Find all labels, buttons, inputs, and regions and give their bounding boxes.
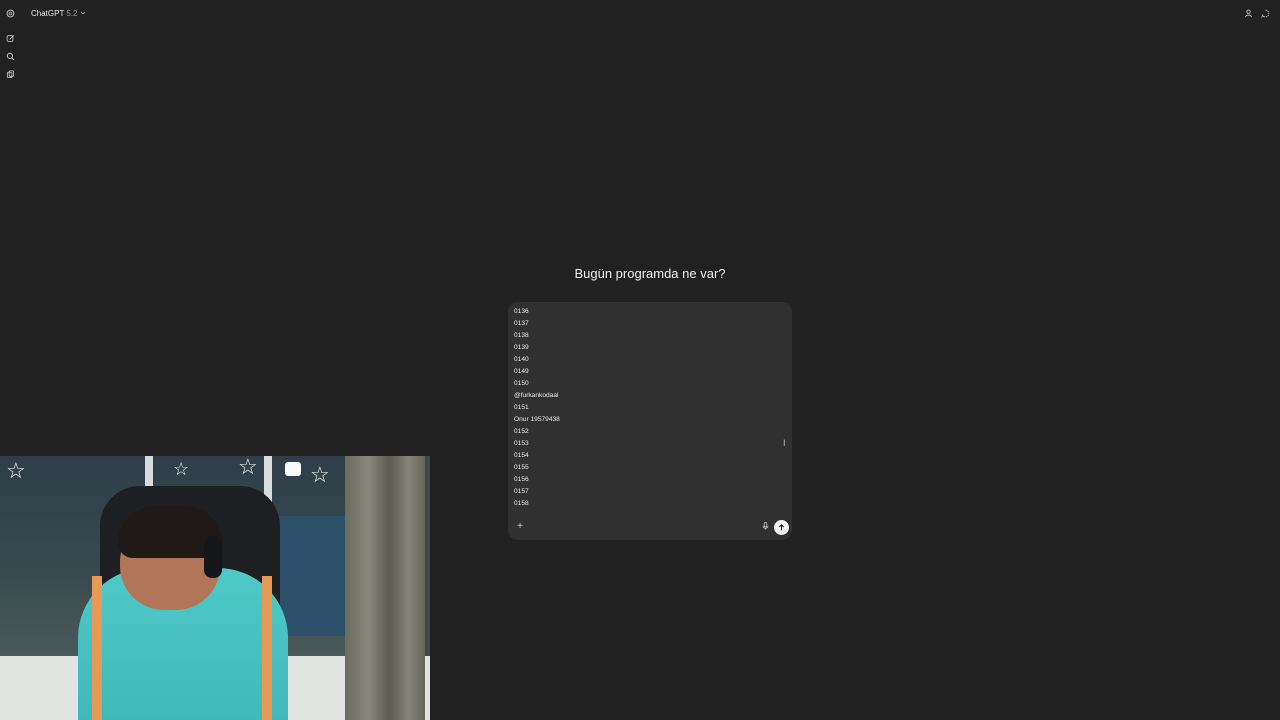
header-actions xyxy=(1243,6,1270,20)
openai-logo-icon[interactable] xyxy=(3,6,17,20)
star-decoration-icon: ☆ xyxy=(6,458,26,483)
prompt-line: 0157 xyxy=(514,488,529,495)
webcam-jacket-stripe xyxy=(92,576,102,720)
webcam-jacket-stripe xyxy=(262,576,272,720)
microphone-icon[interactable] xyxy=(760,520,770,532)
prompt-line: 0154 xyxy=(514,452,529,459)
headset-icon xyxy=(204,536,222,578)
text-cursor-icon: I xyxy=(783,438,786,448)
search-icon[interactable] xyxy=(3,49,17,63)
prompt-line: 0155 xyxy=(514,464,529,471)
prompt-line: @furkankodaal xyxy=(514,392,559,399)
profile-icon[interactable] xyxy=(1243,6,1253,20)
prompt-line: 0136 xyxy=(514,308,529,315)
temporary-chat-icon[interactable] xyxy=(1260,6,1270,20)
webcam-overlay: ☆ ☆ ☆ ☆ xyxy=(0,456,430,720)
prompt-text: 01350136013701380139014001490150@furkank… xyxy=(514,302,782,512)
model-version: 5.2 xyxy=(66,8,78,18)
prompt-line: 0152 xyxy=(514,428,529,435)
prompt-line: Onur 19579438 xyxy=(514,416,560,423)
page-title: Bugün programda ne var? xyxy=(574,266,726,281)
star-decoration-icon: ☆ xyxy=(173,459,190,479)
send-arrow-icon xyxy=(778,524,785,531)
prompt-text-area[interactable]: 01350136013701380139014001490150@furkank… xyxy=(508,302,792,516)
star-decoration-icon: ☆ xyxy=(238,456,258,479)
prompt-line: 0149 xyxy=(514,368,529,375)
prompt-line: 0137 xyxy=(514,320,529,327)
model-picker[interactable]: ChatGPT 5.2 xyxy=(27,5,90,21)
prompt-line: 0156 xyxy=(514,476,529,483)
prompt-composer[interactable]: 01350136013701380139014001490150@furkank… xyxy=(508,302,792,540)
add-attachment-button[interactable]: + xyxy=(514,520,526,532)
prompt-line: 0153 xyxy=(514,440,529,447)
prompt-line: 0140 xyxy=(514,356,529,363)
star-decoration-icon: ☆ xyxy=(310,462,330,487)
model-name: ChatGPT xyxy=(31,8,65,18)
new-chat-icon[interactable] xyxy=(3,31,17,45)
chatgpt-app: ChatGPT 5.2 Bugün programda ne var? 0135… xyxy=(0,0,1280,720)
webcam-curtain xyxy=(345,456,425,720)
webcam-light xyxy=(285,462,301,476)
send-button[interactable] xyxy=(774,520,789,535)
prompt-line: 0139 xyxy=(514,344,529,351)
prompt-line: 0138 xyxy=(514,332,529,339)
prompt-line: 0151 xyxy=(514,404,529,411)
prompt-line: 0158 xyxy=(514,500,529,507)
chevron-down-icon xyxy=(81,11,86,15)
prompt-line: 0150 xyxy=(514,380,529,387)
library-icon[interactable] xyxy=(3,67,17,81)
